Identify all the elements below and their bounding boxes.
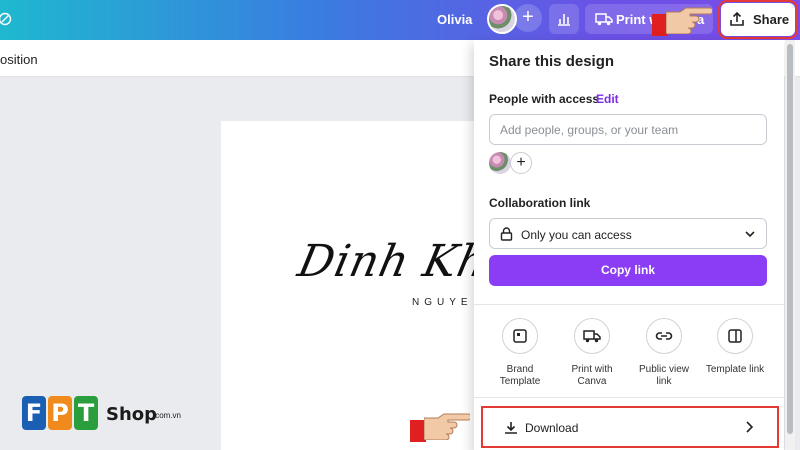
share-label: Share — [753, 12, 790, 27]
download-button[interactable]: Download — [481, 406, 779, 448]
pointing-hand-icon — [424, 413, 470, 440]
option-label: Print with — [571, 364, 613, 375]
copy-link-button[interactable]: Copy link — [489, 255, 767, 286]
watermark-letter: F — [22, 396, 46, 430]
pointing-hand-icon — [666, 7, 712, 34]
bar-chart-icon — [558, 14, 570, 26]
edit-access-link[interactable]: Edit — [596, 92, 619, 106]
truck-icon — [595, 13, 613, 26]
download-label: Download — [525, 421, 579, 435]
brand-template-option[interactable]: Brand Template — [485, 318, 555, 388]
option-label: Canva — [577, 376, 607, 387]
share-panel: Share this design People with access Edi… — [474, 40, 784, 450]
watermark-letter: P — [48, 396, 72, 430]
avatar[interactable] — [487, 4, 517, 34]
add-person-button[interactable]: + — [510, 152, 532, 174]
print-with-canva-option[interactable]: Print with Canva — [557, 318, 627, 388]
collaborator-avatar — [489, 152, 511, 174]
truck-icon — [583, 330, 601, 343]
link-icon — [655, 332, 673, 340]
canva-logo-icon[interactable] — [0, 12, 14, 26]
scrollbar-thumb[interactable] — [787, 44, 793, 434]
brand-template-icon — [513, 329, 527, 343]
template-link-icon — [728, 329, 742, 343]
people-with-access-label: People with access — [489, 92, 600, 106]
divider — [474, 304, 784, 305]
option-label: Public view — [638, 364, 690, 375]
lock-icon — [500, 227, 513, 241]
fpt-shop-watermark: F P T Shop .com.vn — [22, 396, 197, 436]
public-view-link-option[interactable]: Public view link — [629, 318, 699, 388]
access-dropdown[interactable]: Only you can access — [489, 218, 767, 249]
option-label: Brand — [506, 364, 534, 375]
add-people-input[interactable]: Add people, groups, or your team — [489, 114, 767, 145]
template-link-option[interactable]: Template link — [700, 318, 770, 376]
chevron-right-icon — [746, 421, 754, 433]
chevron-down-icon — [745, 231, 755, 238]
share-button[interactable]: Share — [718, 0, 798, 39]
position-button[interactable]: osition — [0, 52, 38, 67]
option-label: Template — [499, 376, 541, 387]
panel-title: Share this design — [489, 53, 615, 70]
watermark-shop: Shop — [106, 404, 158, 425]
signature-subtitle: NGUYE — [412, 297, 473, 308]
download-icon — [505, 422, 517, 434]
collaboration-link-label: Collaboration link — [489, 196, 591, 210]
user-name: Olivia — [437, 12, 473, 27]
access-value: Only you can access — [521, 228, 632, 242]
upload-icon — [730, 11, 744, 26]
add-collaborator-button[interactable]: + — [514, 4, 542, 32]
insights-button[interactable] — [549, 4, 579, 34]
watermark-letter: T — [74, 396, 98, 430]
option-label: Template link — [705, 364, 765, 375]
divider — [474, 397, 784, 398]
option-label: link — [656, 376, 672, 387]
watermark-domain: .com.vn — [153, 411, 182, 420]
